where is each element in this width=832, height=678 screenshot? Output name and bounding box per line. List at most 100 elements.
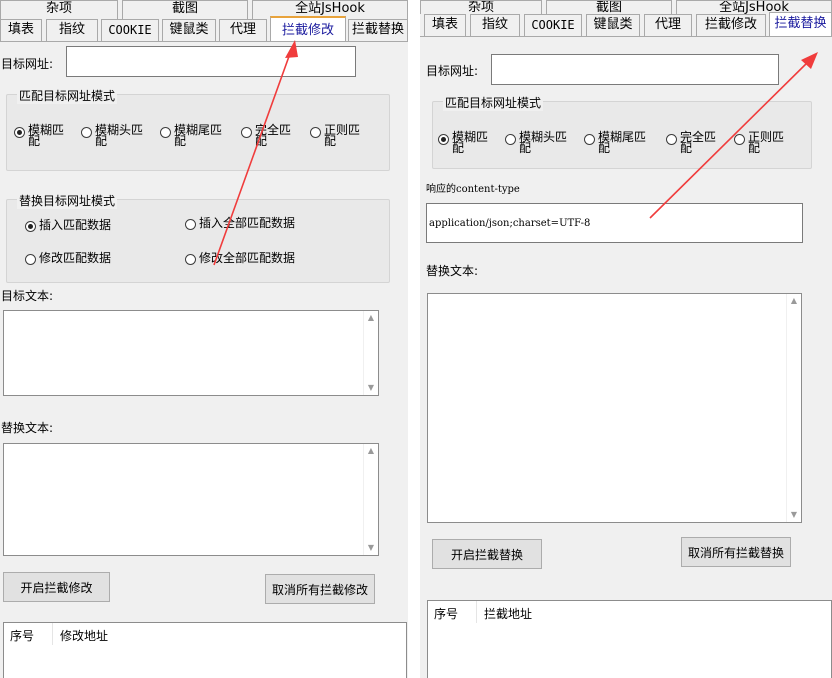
tab-fingerprint[interactable]: 指纹 [46,19,98,41]
radio-label: 模糊头匹配 [519,130,568,155]
target-text-label: 目标文本: [1,289,54,303]
radio-unchecked-icon [505,134,516,145]
radio-checked-icon [438,134,449,145]
radio-label: 插入匹配数据 [39,218,112,232]
cancel-all-intercept-modify-button[interactable]: 取消所有拦截修改 [265,574,375,604]
radio-label: 插入全部匹配数据 [199,216,296,230]
tab-fingerprint[interactable]: 指纹 [470,14,520,36]
radio-label: 完全匹配 [680,130,717,155]
target-url-input[interactable] [491,54,779,85]
replace-text-label: 替换文本: [1,421,54,435]
left-panel: 杂项 截图 全站JsHook 填表 指纹 COOKIE 键鼠类 代理 拦截修改 … [0,0,408,678]
tab-intercept-replace[interactable]: 拦截替换 [769,12,832,36]
column-header-modify-url[interactable]: 修改地址 [60,627,108,644]
column-divider[interactable] [476,601,477,623]
scroll-up-arrow-icon[interactable]: ▲ [787,295,801,307]
intercept-list[interactable]: 序号 拦截地址 [427,600,832,678]
radio-label: 修改全部匹配数据 [199,251,296,265]
column-divider[interactable] [52,623,53,645]
scroll-down-arrow-icon[interactable]: ▼ [364,542,378,554]
radio-unchecked-icon [584,134,595,145]
match-mode-title: 匹配目标网址模式 [17,87,118,104]
radio-fuzzy-match[interactable]: 模糊匹配 [438,130,489,155]
target-text-area[interactable]: ▲ ▼ [3,310,379,396]
radio-unchecked-icon [734,134,745,145]
tab-screenshot[interactable]: 截图 [122,0,248,19]
replace-text-area[interactable]: ▲ ▼ [427,293,802,523]
radio-insert-match-data[interactable]: 插入匹配数据 [25,218,112,233]
replace-mode-title: 替换目标网址模式 [17,192,118,209]
radio-fuzzy-tail-match[interactable]: 模糊尾匹配 [584,130,648,155]
column-header-intercept-url[interactable]: 拦截地址 [484,605,532,622]
tab-screenshot[interactable]: 截图 [546,0,672,14]
radio-insert-all-match-data[interactable]: 插入全部匹配数据 [185,216,296,231]
tab-intercept-replace[interactable]: 拦截替换 [348,19,408,41]
radio-label: 正则匹配 [748,130,785,155]
target-url-value [494,55,776,84]
column-header-index[interactable]: 序号 [434,605,458,622]
scroll-up-arrow-icon[interactable]: ▲ [364,445,378,457]
target-url-input[interactable] [66,46,356,77]
radio-unchecked-icon [666,134,677,145]
tab-cookie[interactable]: COOKIE [101,19,159,41]
tab-keyboard-mouse[interactable]: 键鼠类 [586,14,640,36]
radio-exact-match[interactable]: 完全匹配 [241,123,292,148]
tab-fill-form[interactable]: 填表 [424,14,466,36]
column-header-index[interactable]: 序号 [10,627,34,644]
radio-fuzzy-head-match[interactable]: 模糊头匹配 [505,130,568,155]
content-type-input[interactable]: application/json;charset=UTF-8 [426,203,803,243]
target-url-value [69,47,353,76]
content-type-label: 响应的content-type [426,184,520,195]
radio-unchecked-icon [310,127,321,138]
radio-unchecked-icon [241,127,252,138]
radio-label: 模糊尾匹配 [174,123,223,148]
right-panel: 杂项 截图 全站JsHook 填表 指纹 COOKIE 键鼠类 代理 拦截修改 … [420,0,832,678]
radio-exact-match[interactable]: 完全匹配 [666,130,717,155]
radio-fuzzy-head-match[interactable]: 模糊头匹配 [81,123,144,148]
radio-fuzzy-match[interactable]: 模糊匹配 [14,123,65,148]
radio-label: 模糊匹配 [28,123,65,148]
content-type-value: application/json;charset=UTF-8 [429,217,591,229]
tab-proxy[interactable]: 代理 [219,19,267,41]
radio-regex-match[interactable]: 正则匹配 [310,123,361,148]
start-intercept-replace-button[interactable]: 开启拦截替换 [432,539,542,569]
radio-unchecked-icon [25,254,36,265]
tab-cookie[interactable]: COOKIE [524,14,582,36]
scrollbar[interactable]: ▲ ▼ [786,294,801,522]
radio-label: 正则匹配 [324,123,361,148]
scrollbar[interactable]: ▲ ▼ [363,444,378,555]
tab-misc[interactable]: 杂项 [0,0,118,19]
radio-unchecked-icon [160,127,171,138]
tab-intercept-modify[interactable]: 拦截修改 [270,16,346,42]
tab-intercept-modify[interactable]: 拦截修改 [696,14,766,36]
radio-unchecked-icon [185,219,196,230]
radio-modify-match-data[interactable]: 修改匹配数据 [25,251,112,266]
radio-label: 模糊头匹配 [95,123,144,148]
scroll-down-arrow-icon[interactable]: ▼ [787,509,801,521]
scrollbar[interactable]: ▲ ▼ [363,311,378,395]
radio-unchecked-icon [81,127,92,138]
radio-checked-icon [25,221,36,232]
replace-text-label: 替换文本: [426,264,479,278]
tab-proxy[interactable]: 代理 [644,14,692,36]
tab-misc[interactable]: 杂项 [420,0,542,14]
radio-label: 模糊匹配 [452,130,489,155]
scroll-up-arrow-icon[interactable]: ▲ [364,312,378,324]
cancel-all-intercept-replace-button[interactable]: 取消所有拦截替换 [681,537,791,567]
panel-divider [408,0,420,678]
radio-label: 修改匹配数据 [39,251,112,265]
radio-label: 模糊尾匹配 [598,130,647,155]
radio-checked-icon [14,127,25,138]
radio-unchecked-icon [185,254,196,265]
tab-fill-form[interactable]: 填表 [0,19,42,41]
scroll-down-arrow-icon[interactable]: ▼ [364,382,378,394]
radio-regex-match[interactable]: 正则匹配 [734,130,785,155]
tab-keyboard-mouse[interactable]: 键鼠类 [162,19,216,41]
start-intercept-modify-button[interactable]: 开启拦截修改 [3,572,110,602]
radio-modify-all-match-data[interactable]: 修改全部匹配数据 [185,251,296,266]
replace-text-area[interactable]: ▲ ▼ [3,443,379,556]
radio-label: 完全匹配 [255,123,292,148]
modify-list[interactable]: 序号 修改地址 [3,622,407,678]
radio-fuzzy-tail-match[interactable]: 模糊尾匹配 [160,123,224,148]
replace-mode-group: 替换目标网址模式 [6,192,390,283]
